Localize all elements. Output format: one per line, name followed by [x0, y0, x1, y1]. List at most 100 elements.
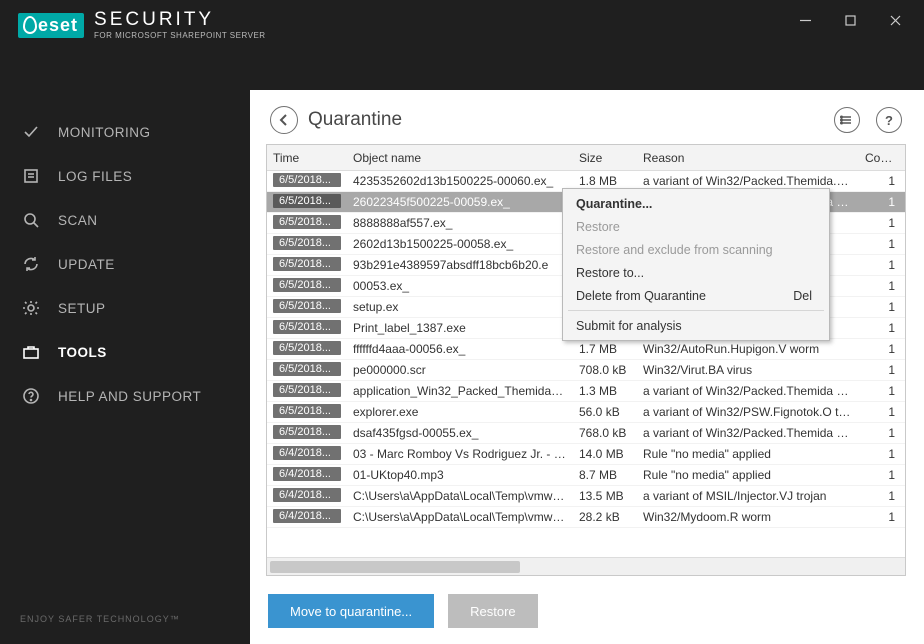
- back-button[interactable]: [270, 106, 298, 134]
- body: MONITORING LOG FILES SCAN UPDATE SETUP T…: [0, 90, 924, 644]
- sidebar-item-tools[interactable]: TOOLS: [0, 330, 250, 374]
- reason-cell: a variant of Win32/PSW.Fignotok.O trojan: [637, 405, 859, 419]
- time-cell: 6/5/2018...: [273, 236, 341, 250]
- object-cell: setup.ex: [347, 300, 573, 314]
- object-cell: explorer.exe: [347, 405, 573, 419]
- time-cell: 6/5/2018...: [273, 257, 341, 271]
- restore-button[interactable]: Restore: [448, 594, 538, 628]
- count-cell: 1: [859, 237, 905, 251]
- object-cell: 4235352602d13b1500225-00060.ex_: [347, 174, 573, 188]
- time-cell: 6/4/2018...: [273, 446, 341, 460]
- time-cell: 6/4/2018...: [273, 488, 341, 502]
- size-cell: 14.0 MB: [573, 447, 637, 461]
- list-options-button[interactable]: [834, 107, 860, 133]
- menu-item-label: Submit for analysis: [576, 319, 682, 333]
- count-cell: 1: [859, 426, 905, 440]
- table-row[interactable]: 6/4/2018...C:\Users\a\AppData\Local\Temp…: [267, 486, 905, 507]
- sidebar: MONITORING LOG FILES SCAN UPDATE SETUP T…: [0, 90, 250, 644]
- time-cell: 6/5/2018...: [273, 341, 341, 355]
- context-menu: Quarantine...RestoreRestore and exclude …: [562, 188, 830, 341]
- sidebar-item-update[interactable]: UPDATE: [0, 242, 250, 286]
- menu-item[interactable]: Delete from Quarantine Del: [566, 284, 826, 307]
- col-count[interactable]: Count: [859, 151, 905, 165]
- count-cell: 1: [859, 321, 905, 335]
- reason-cell: Win32/Mydoom.R worm: [637, 510, 859, 524]
- size-cell: 708.0 kB: [573, 363, 637, 377]
- table-row[interactable]: 6/5/2018...explorer.exe56.0 kBa variant …: [267, 402, 905, 423]
- object-cell: 01-UKtop40.mp3: [347, 468, 573, 482]
- size-cell: 13.5 MB: [573, 489, 637, 503]
- move-to-quarantine-button[interactable]: Move to quarantine...: [268, 594, 434, 628]
- table-row[interactable]: 6/5/2018...pe000000.scr708.0 kBWin32/Vir…: [267, 360, 905, 381]
- table-row[interactable]: 6/4/2018...03 - Marc Romboy Vs Rodriguez…: [267, 444, 905, 465]
- time-cell: 6/5/2018...: [273, 425, 341, 439]
- reason-cell: a variant of Win32/Packed.Themida susp..…: [637, 426, 859, 440]
- sidebar-item-label: TOOLS: [58, 345, 107, 360]
- col-object-name[interactable]: Object name: [347, 151, 573, 165]
- menu-item-shortcut: Del: [793, 289, 812, 303]
- sidebar-item-log-files[interactable]: LOG FILES: [0, 154, 250, 198]
- sidebar-item-help[interactable]: HELP AND SUPPORT: [0, 374, 250, 418]
- count-cell: 1: [859, 447, 905, 461]
- count-cell: 1: [859, 279, 905, 293]
- count-cell: 1: [859, 300, 905, 314]
- help-button[interactable]: ?: [876, 107, 902, 133]
- object-cell: ffffffd4aaa-00056.ex_: [347, 342, 573, 356]
- time-cell: 6/5/2018...: [273, 320, 341, 334]
- col-reason[interactable]: Reason: [637, 151, 859, 165]
- horizontal-scrollbar[interactable]: [267, 557, 905, 575]
- sidebar-footer: ENJOY SAFER TECHNOLOGY™: [0, 614, 250, 644]
- object-cell: 8888888af557.ex_: [347, 216, 573, 230]
- size-cell: 1.7 MB: [573, 342, 637, 356]
- object-cell: 26022345f500225-00059.ex_: [347, 195, 573, 209]
- menu-item[interactable]: Quarantine...: [566, 192, 826, 215]
- sidebar-item-label: MONITORING: [58, 125, 151, 140]
- scroll-thumb[interactable]: [270, 561, 520, 573]
- menu-item-label: Delete from Quarantine: [576, 289, 706, 303]
- page-title: Quarantine: [308, 109, 818, 131]
- sidebar-item-setup[interactable]: SETUP: [0, 286, 250, 330]
- sidebar-item-scan[interactable]: SCAN: [0, 198, 250, 242]
- eset-badge: eset: [18, 13, 84, 38]
- menu-item-label: Restore and exclude from scanning: [576, 243, 773, 257]
- size-cell: 1.8 MB: [573, 174, 637, 188]
- reason-cell: Rule "no media" applied: [637, 447, 859, 461]
- brand-title: SECURITY: [94, 10, 266, 29]
- sidebar-item-monitoring[interactable]: MONITORING: [0, 110, 250, 154]
- refresh-icon: [20, 253, 42, 275]
- table-row[interactable]: 6/5/2018...ffffffd4aaa-00056.ex_1.7 MBWi…: [267, 339, 905, 360]
- log-icon: [20, 165, 42, 187]
- action-bar: Move to quarantine... Restore: [258, 576, 914, 634]
- count-cell: 1: [859, 489, 905, 503]
- close-button[interactable]: [873, 5, 918, 35]
- check-icon: [20, 121, 42, 143]
- count-cell: 1: [859, 384, 905, 398]
- page-header: Quarantine ?: [258, 98, 914, 144]
- minimize-button[interactable]: [783, 5, 828, 35]
- col-size[interactable]: Size: [573, 151, 637, 165]
- time-cell: 6/5/2018...: [273, 362, 341, 376]
- col-time[interactable]: Time: [267, 151, 347, 165]
- menu-item[interactable]: Submit for analysis: [566, 314, 826, 337]
- maximize-button[interactable]: [828, 5, 873, 35]
- object-cell: 2602d13b1500225-00058.ex_: [347, 237, 573, 251]
- menu-item-label: Restore to...: [576, 266, 644, 280]
- sidebar-item-label: LOG FILES: [58, 169, 132, 184]
- menu-item[interactable]: Restore to...: [566, 261, 826, 284]
- count-cell: 1: [859, 195, 905, 209]
- count-cell: 1: [859, 342, 905, 356]
- time-cell: 6/5/2018...: [273, 383, 341, 397]
- search-icon: [20, 209, 42, 231]
- quarantine-table: Time Object name Size Reason Count 6/5/2…: [266, 144, 906, 576]
- table-row[interactable]: 6/5/2018...application_Win32_Packed_Them…: [267, 381, 905, 402]
- size-cell: 8.7 MB: [573, 468, 637, 482]
- table-row[interactable]: 6/4/2018...C:\Users\a\AppData\Local\Temp…: [267, 507, 905, 528]
- menu-separator: [568, 310, 824, 311]
- count-cell: 1: [859, 468, 905, 482]
- table-row[interactable]: 6/5/2018...dsaf435fgsd-00055.ex_768.0 kB…: [267, 423, 905, 444]
- sidebar-item-label: HELP AND SUPPORT: [58, 389, 201, 404]
- time-cell: 6/4/2018...: [273, 509, 341, 523]
- table-row[interactable]: 6/4/2018...01-UKtop40.mp38.7 MBRule "no …: [267, 465, 905, 486]
- help-icon: [20, 385, 42, 407]
- reason-cell: a variant of Win32/Packed.Themida susp..…: [637, 384, 859, 398]
